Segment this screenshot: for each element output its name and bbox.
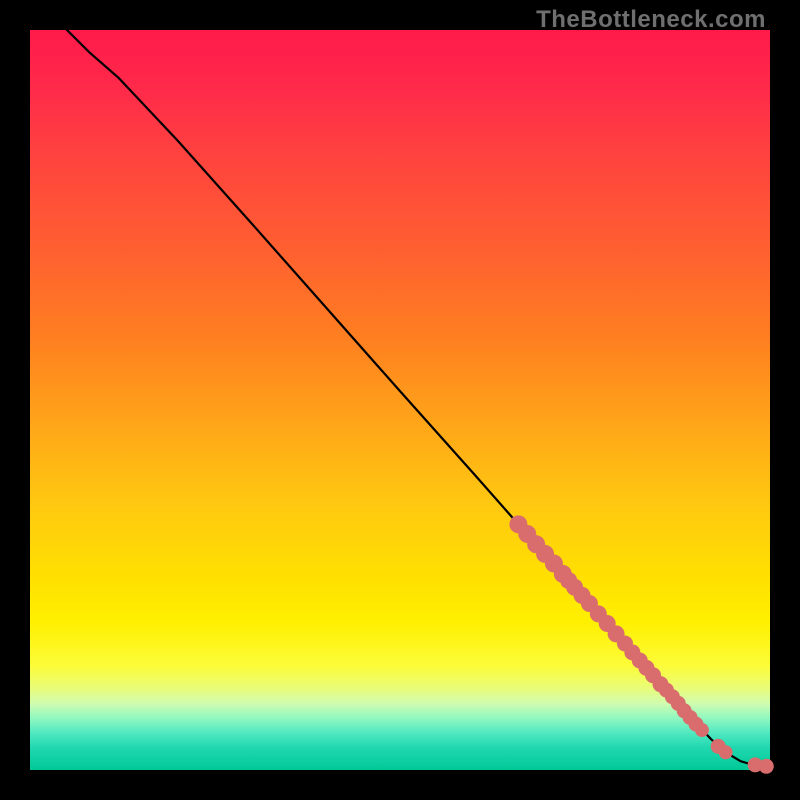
cluster-point <box>719 745 733 759</box>
performance-curve <box>67 30 770 766</box>
cluster-point <box>759 759 774 774</box>
cluster-point <box>695 723 709 737</box>
cluster-points <box>509 515 773 773</box>
chart-container: TheBottleneck.com <box>0 0 800 800</box>
plot-area <box>30 30 770 770</box>
chart-overlay <box>30 30 770 770</box>
